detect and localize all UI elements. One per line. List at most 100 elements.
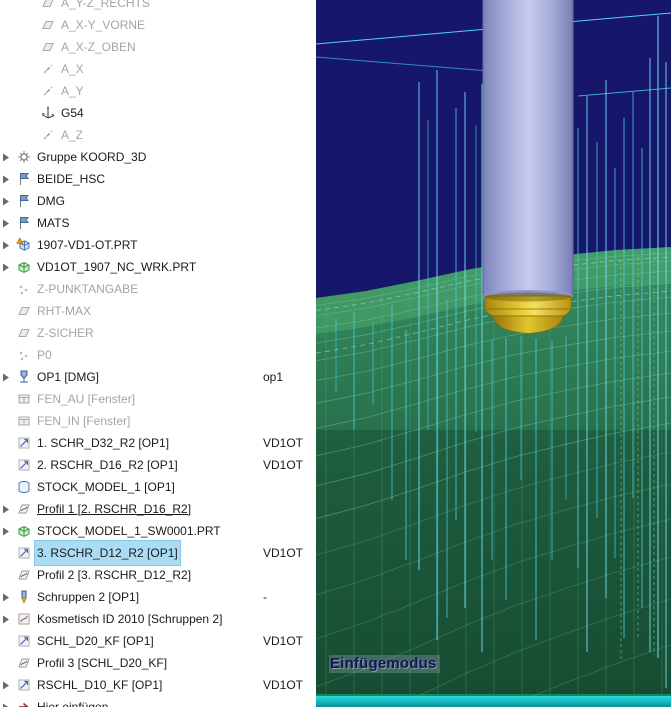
tree-row[interactable]: STOCK_MODEL_1_SW0001.PRT — [0, 520, 316, 542]
tree-row[interactable]: A_X — [0, 58, 316, 80]
tree-row[interactable]: Hier einfügen — [0, 696, 316, 707]
expand-arrow-icon[interactable] — [2, 175, 15, 184]
points-icon — [15, 281, 33, 297]
tree-row[interactable]: BEIDE_HSC — [0, 168, 316, 190]
expand-arrow-icon[interactable] — [2, 615, 15, 624]
tree-item-label[interactable]: Z-PUNKTANGABE — [35, 277, 140, 301]
tree-item-value: VD1OT — [263, 436, 304, 450]
tree-row[interactable]: A_X-Y_VORNE — [0, 14, 316, 36]
expand-arrow-icon[interactable] — [2, 593, 15, 602]
tree-item-label[interactable]: OP1 [DMG] — [35, 365, 101, 389]
group-icon — [15, 149, 33, 165]
tree-item-label[interactable]: A_Y — [59, 79, 86, 103]
tree-item-label[interactable]: 1. SCHR_D32_R2 [OP1] — [35, 431, 171, 455]
expand-arrow-icon[interactable] — [2, 703, 15, 707]
tree-row[interactable]: A_Y-Z_RECHTS — [0, 0, 316, 14]
tree-row[interactable]: A_X-Z_OBEN — [0, 36, 316, 58]
tree-row[interactable]: MATS — [0, 212, 316, 234]
flag-icon — [15, 193, 33, 209]
tree-item-value: op1 — [263, 370, 284, 384]
tree-item-label[interactable]: A_Z — [59, 123, 85, 147]
datum-axis-icon — [39, 127, 57, 143]
tree-row[interactable]: Z-PUNKTANGABE — [0, 278, 316, 300]
3d-viewport[interactable]: Einfügemodus — [316, 0, 671, 707]
expand-arrow-icon[interactable] — [2, 681, 15, 690]
tree-row[interactable]: 3. RSCHR_D12_R2 [OP1] VD1OT — [0, 540, 316, 566]
tree-row[interactable]: VD1OT_1907_NC_WRK.PRT — [0, 256, 316, 278]
ncseq-icon — [15, 435, 33, 451]
tree-row[interactable]: DMG — [0, 190, 316, 212]
expand-arrow-icon[interactable] — [2, 241, 15, 250]
profile-icon — [15, 655, 33, 671]
tree-row[interactable]: A_Y — [0, 80, 316, 102]
tree-row[interactable]: P0 — [0, 344, 316, 366]
datum-plane-icon — [39, 17, 57, 33]
tree-row[interactable]: RSCHL_D10_KF [OP1] VD1OT — [0, 674, 316, 696]
tree-item-value: VD1OT — [263, 458, 304, 472]
tree-item-label[interactable]: FEN_AU [Fenster] — [35, 387, 137, 411]
tree-item-label[interactable]: Schruppen 2 [OP1] — [35, 585, 141, 609]
tree-row[interactable]: OP1 [DMG] op1 — [0, 366, 316, 388]
tree-item-label[interactable]: DMG — [35, 189, 67, 213]
tree-item-label[interactable]: Hier einfügen — [35, 695, 110, 707]
tree-row[interactable]: Kosmetisch ID 2010 [Schruppen 2] — [0, 608, 316, 630]
tree-item-label[interactable]: A_X — [59, 57, 86, 81]
tree-row[interactable]: Gruppe KOORD_3D — [0, 146, 316, 168]
tree-item-label[interactable]: SCHL_D20_KF [OP1] — [35, 629, 156, 653]
part-warning-icon — [15, 237, 33, 253]
tree-row[interactable]: 1. SCHR_D32_R2 [OP1] VD1OT — [0, 432, 316, 454]
tree-item-label[interactable]: VD1OT_1907_NC_WRK.PRT — [35, 255, 198, 279]
tree-item-label[interactable]: MATS — [35, 211, 71, 235]
tree-item-label[interactable]: P0 — [35, 343, 54, 367]
tree-item-label[interactable]: Z-SICHER — [35, 321, 96, 345]
tree-row[interactable]: 1907-VD1-OT.PRT — [0, 234, 316, 256]
ncseq-icon — [15, 545, 33, 561]
tree-item-label[interactable]: Profil 3 [SCHL_D20_KF] — [35, 651, 169, 675]
tree-item-label[interactable]: Gruppe KOORD_3D — [35, 145, 148, 169]
tree-item-label[interactable]: Kosmetisch ID 2010 [Schruppen 2] — [35, 607, 224, 631]
expand-arrow-icon[interactable] — [2, 153, 15, 162]
tree-row[interactable]: FEN_AU [Fenster] — [0, 388, 316, 410]
tree-item-label[interactable]: STOCK_MODEL_1 [OP1] — [35, 475, 177, 499]
tree-item-label[interactable]: Profil 1 [2. RSCHR_D16_R2] — [35, 497, 193, 521]
tree-item-label[interactable]: G54 — [59, 101, 86, 125]
model-tree: A_Y-Z_RECHTS A_X-Y_VORNE A_X-Z_OBEN A_X A_Y G… — [0, 0, 316, 707]
tree-row[interactable]: Profil 2 [3. RSCHR_D12_R2] — [0, 564, 316, 586]
tree-row[interactable]: FEN_IN [Fenster] — [0, 410, 316, 432]
tree-item-label[interactable]: 2. RSCHR_D16_R2 [OP1] — [35, 453, 180, 477]
tree-item-label[interactable]: RSCHL_D10_KF [OP1] — [35, 673, 164, 697]
tree-item-label[interactable]: FEN_IN [Fenster] — [35, 409, 132, 433]
tree-row[interactable]: Profil 3 [SCHL_D20_KF] — [0, 652, 316, 674]
tree-row[interactable]: Schruppen 2 [OP1] - — [0, 586, 316, 608]
tree-row[interactable]: 2. RSCHR_D16_R2 [OP1] VD1OT — [0, 454, 316, 476]
tree-item-label[interactable]: RHT-MAX — [35, 299, 93, 323]
expand-arrow-icon[interactable] — [2, 219, 15, 228]
expand-arrow-icon[interactable] — [2, 373, 15, 382]
tool-shank — [483, 0, 573, 297]
window-icon — [15, 391, 33, 407]
tree-item-label[interactable]: A_X-Y_VORNE — [59, 13, 147, 37]
tree-item-label[interactable]: STOCK_MODEL_1_SW0001.PRT — [35, 519, 223, 543]
datum-axis-icon — [39, 83, 57, 99]
tree-row[interactable]: A_Z — [0, 124, 316, 146]
tree-row[interactable]: Z-SICHER — [0, 322, 316, 344]
expand-arrow-icon[interactable] — [2, 197, 15, 206]
workpiece-icon — [15, 259, 33, 275]
tree-row[interactable]: RHT-MAX — [0, 300, 316, 322]
tree-item-label[interactable]: 3. RSCHR_D12_R2 [OP1] — [34, 540, 181, 566]
expand-arrow-icon[interactable] — [2, 505, 15, 514]
tree-row[interactable]: Profil 1 [2. RSCHR_D16_R2] — [0, 498, 316, 520]
tree-item-label[interactable]: Profil 2 [3. RSCHR_D12_R2] — [35, 563, 193, 587]
flag-icon — [15, 215, 33, 231]
tree-item-label[interactable]: BEIDE_HSC — [35, 167, 107, 191]
expand-arrow-icon[interactable] — [2, 263, 15, 272]
insert-here-icon — [15, 699, 33, 707]
tree-row[interactable]: SCHL_D20_KF [OP1] VD1OT — [0, 630, 316, 652]
datum-plane-icon — [39, 39, 57, 55]
tree-item-label[interactable]: 1907-VD1-OT.PRT — [35, 233, 139, 257]
tree-item-label[interactable]: A_X-Z_OBEN — [59, 35, 138, 59]
tree-row[interactable]: STOCK_MODEL_1 [OP1] — [0, 476, 316, 498]
tree-row[interactable]: G54 — [0, 102, 316, 124]
flag-icon — [15, 171, 33, 187]
expand-arrow-icon[interactable] — [2, 527, 15, 536]
